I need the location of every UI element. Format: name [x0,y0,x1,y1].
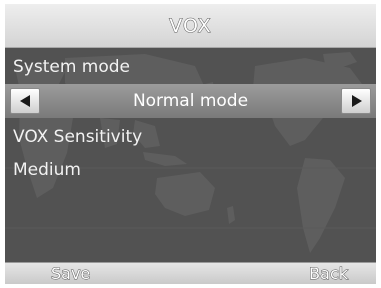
vox-sensitivity-value[interactable]: Medium [5,155,376,185]
previous-option-button[interactable] [10,88,40,114]
softkey-bar: Save Back [5,262,376,284]
save-softkey[interactable]: Save [50,264,90,284]
system-mode-selector[interactable]: Normal mode [5,84,376,118]
left-arrow-icon [20,95,30,107]
system-mode-value: Normal mode [132,91,249,111]
vox-sensitivity-label[interactable]: VOX Sensitivity [5,122,376,152]
next-option-button[interactable] [341,88,371,114]
back-softkey[interactable]: Back [309,264,349,284]
right-arrow-icon [352,95,362,107]
system-mode-label: System mode [13,57,131,77]
phone-screen: VOX System mode Normal mode VOX Sensitiv… [5,4,376,284]
title-bar: VOX [5,4,376,48]
page-title: VOX [169,14,212,37]
